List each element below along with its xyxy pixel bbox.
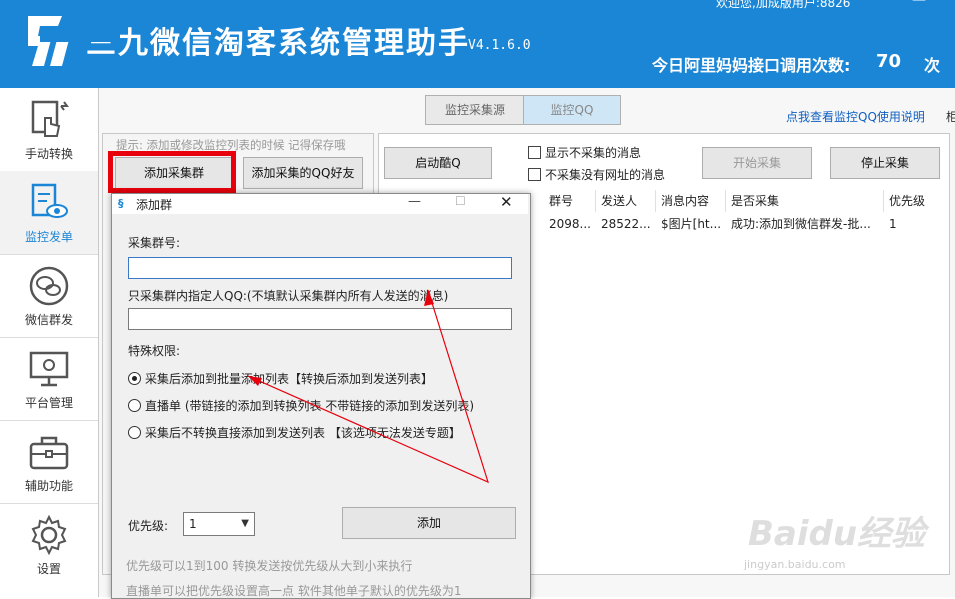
sidebar-item-tools[interactable]: 辅助功能 [0, 420, 98, 504]
watermark-logo: Baidu经验 [748, 514, 926, 554]
column-header[interactable]: 优先级 [884, 190, 944, 212]
sidebar-item-label: 微信群发 [24, 313, 73, 327]
qq-filter-input[interactable] [128, 308, 512, 330]
api-call-count: 70 [876, 51, 902, 72]
table-cell: 成功:添加到微信群发-批... [731, 217, 871, 231]
dialog-title: 添加群 [136, 198, 173, 212]
tab-monitor-qq[interactable]: 监控QQ [523, 95, 621, 125]
sidebar-item-label: 手动转换 [24, 147, 73, 161]
highlight-box [108, 151, 236, 193]
hand-pointer-icon [31, 100, 69, 137]
skip-no-url-checkbox[interactable]: 不采集没有网址的消息 [528, 166, 665, 183]
close-icon[interactable]: ✕ [500, 193, 513, 211]
maximize-icon[interactable]: ☐ [455, 194, 466, 208]
priority-select[interactable]: 1 ▼ [183, 512, 255, 536]
table-cell: $图片[ht... [661, 217, 722, 231]
api-call-label: 今日阿里妈妈接口调用次数: [652, 56, 851, 75]
column-header[interactable]: 是否采集 [726, 190, 884, 212]
minimize-icon[interactable]: — [408, 194, 421, 209]
sidebar-item-wechat[interactable]: 微信群发 [0, 254, 98, 338]
group-number-label: 采集群号: [128, 236, 181, 250]
radio-batch-add[interactable]: 采集后添加到批量添加列表【转换后添加到发送列表】 [128, 370, 433, 387]
chevron-down-icon[interactable]: ▼ [241, 513, 249, 535]
checkbox-label: 显示不采集的消息 [545, 146, 642, 160]
sidebar-item-label: 设置 [36, 562, 61, 576]
start-coolq-button[interactable]: 启动酷Q [384, 147, 492, 179]
add-qq-friend-button[interactable]: 添加采集的QQ好友 [243, 157, 363, 189]
gear-icon [31, 514, 67, 556]
show-uncollected-checkbox[interactable]: 显示不采集的消息 [528, 144, 641, 161]
checkbox-box[interactable] [528, 168, 541, 181]
qq-filter-label: 只采集群内指定人QQ:(不填默认采集群内所有人发送的消息) [128, 289, 449, 303]
sidebar-item-settings[interactable]: 设置 [0, 503, 98, 586]
sidebar-item-label: 辅助功能 [24, 479, 73, 493]
sidebar-item-label: 平台管理 [24, 396, 73, 410]
priority-label: 优先级: [128, 519, 169, 533]
radio-circle[interactable] [128, 399, 141, 412]
add-button[interactable]: 添加 [342, 507, 516, 539]
radio-label: 采集后添加到批量添加列表【转换后添加到发送列表】 [145, 372, 434, 386]
title-redaction [40, 26, 120, 42]
radio-label: 直播单 (带链接的添加到转换列表 不带链接的添加到发送列表) [145, 399, 474, 413]
group-number-input[interactable] [128, 257, 512, 279]
settings-screen-icon [29, 351, 69, 387]
special-permission-label: 特殊权限: [128, 344, 181, 358]
api-call-unit: 次 [924, 56, 941, 75]
table-cell: 28522... [601, 217, 651, 231]
sidebar: 手动转换 监控发单 微信群发 平台管理 辅助功能 设置 [0, 88, 99, 597]
tab-monitor-source[interactable]: 监控采集源 [425, 95, 525, 125]
priority-value: 1 [189, 517, 197, 531]
stop-collect-button[interactable]: 停止采集 [830, 147, 940, 179]
column-header[interactable]: 发送人 [596, 190, 656, 212]
dialog-app-icon: § [118, 197, 124, 210]
column-header[interactable]: 群号 [544, 190, 596, 212]
sidebar-item-monitor[interactable]: 监控发单 [0, 171, 98, 255]
sidebar-item-platform[interactable]: 平台管理 [0, 337, 98, 421]
help-link[interactable]: 点我查看监控QQ使用说明 [786, 108, 925, 125]
radio-direct-send[interactable]: 采集后不转换直接添加到发送列表 【该选项无法发送专题】 [128, 424, 461, 441]
column-header[interactable]: 消息内容 [656, 190, 726, 212]
monitor-eye-icon [31, 183, 68, 218]
radio-circle[interactable] [128, 372, 141, 385]
watermark-url: jingyan.baidu.com [744, 558, 846, 571]
radio-live-order[interactable]: 直播单 (带链接的添加到转换列表 不带链接的添加到发送列表) [128, 397, 474, 414]
welcome-text: 欢迎您,加成版用户:8826 [716, 0, 851, 10]
table-cell: 2098... [549, 217, 591, 231]
radio-circle[interactable] [128, 426, 141, 439]
window-minimize-icon[interactable]: — [912, 0, 926, 8]
table-cell: 1 [889, 217, 897, 231]
app-title: 三九微信淘客系统管理助手 [86, 26, 470, 61]
sidebar-item-label: 监控发单 [24, 230, 73, 244]
wechat-icon [29, 266, 69, 306]
priority-note: 优先级可以1到100 转换发送按优先级从大到小来执行 [126, 559, 413, 573]
start-collect-button[interactable]: 开始采集 [702, 147, 812, 179]
checkbox-box[interactable] [528, 146, 541, 159]
app-version: V4.1.6.0 [468, 38, 531, 53]
sidebar-item-manual-convert[interactable]: 手动转换 [0, 88, 98, 172]
help-link-tail: 柜 [946, 110, 955, 124]
toolbox-icon [29, 436, 69, 470]
live-order-note: 直播单可以把优先级设置高一点 软件其他单子默认的优先级为1 [126, 584, 462, 598]
radio-label: 采集后不转换直接添加到发送列表 【该选项无法发送专题】 [145, 426, 461, 440]
checkbox-label: 不采集没有网址的消息 [545, 168, 666, 182]
